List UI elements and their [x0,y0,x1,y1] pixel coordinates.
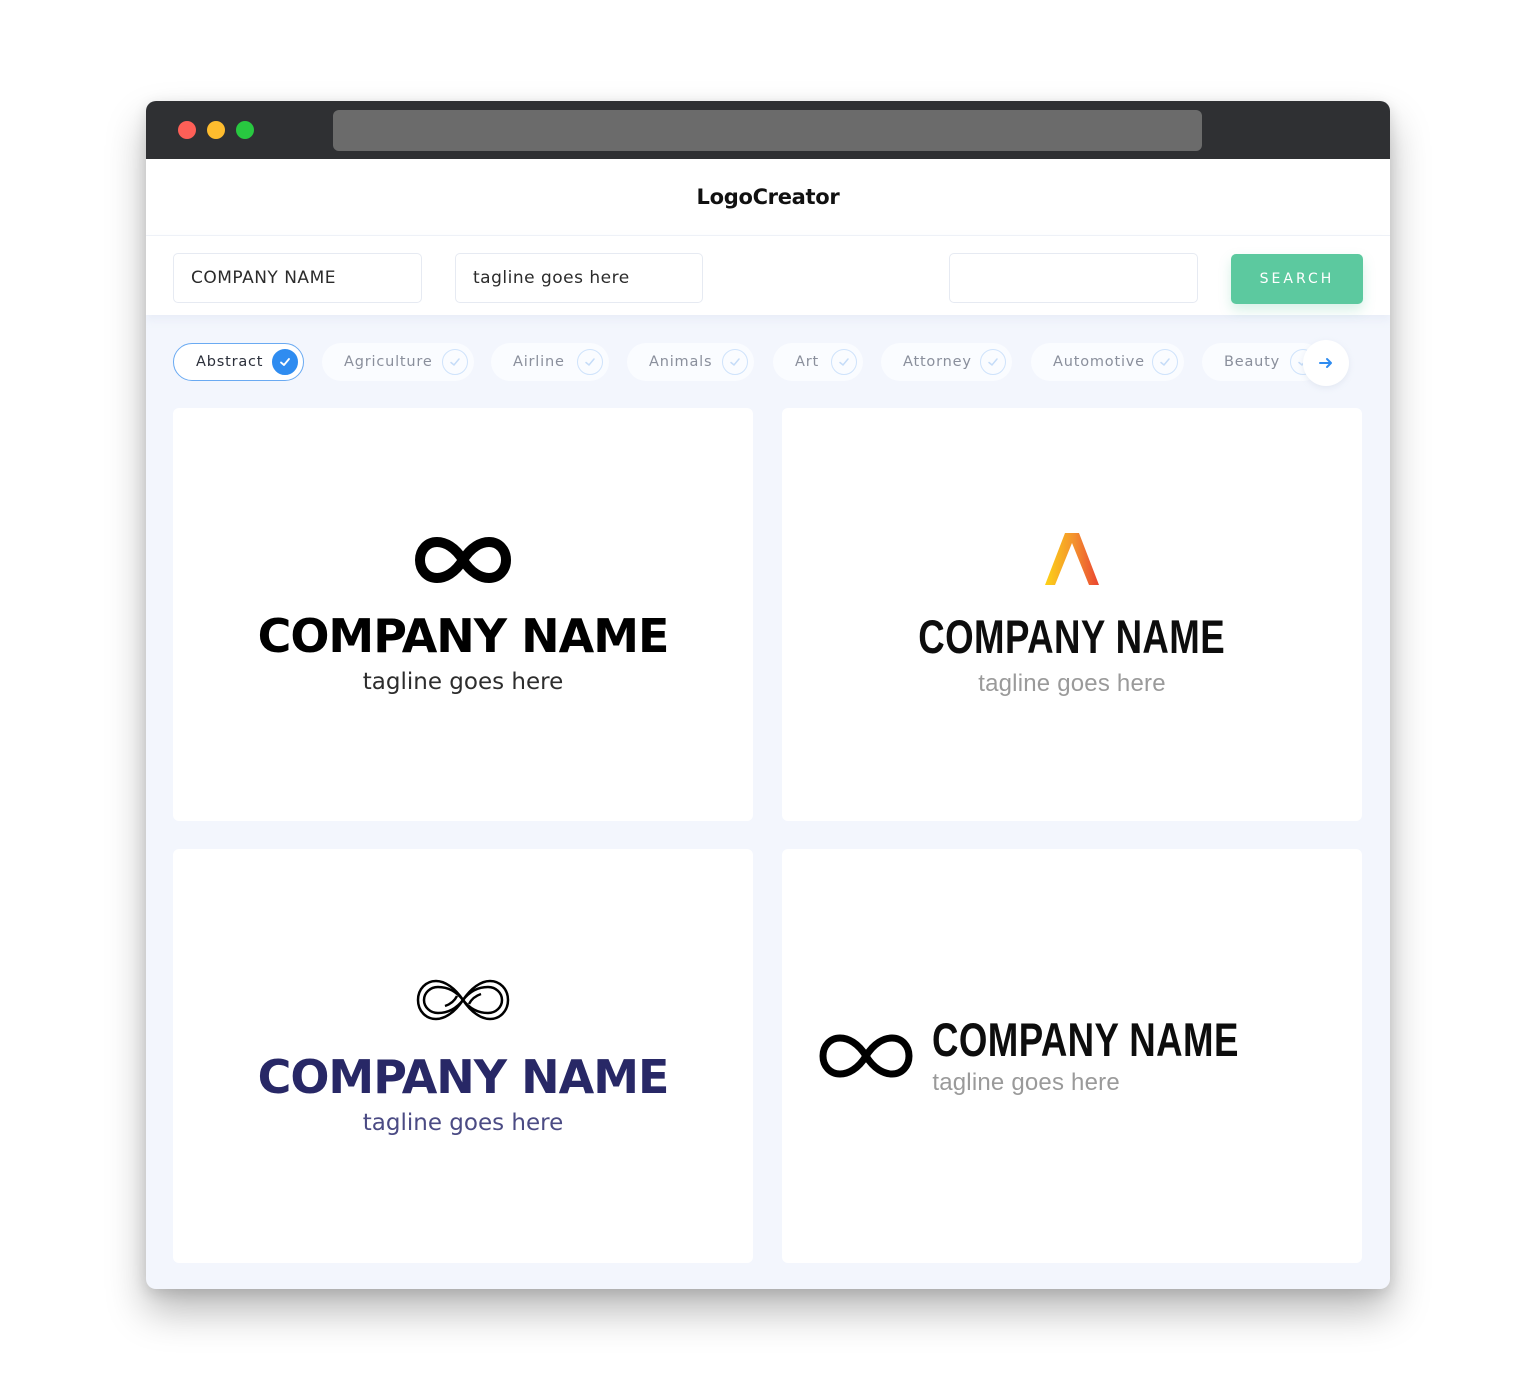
check-icon [722,349,748,375]
category-chip-abstract[interactable]: Abstract [173,343,304,381]
tagline-input[interactable]: tagline goes here [455,253,703,303]
next-categories-button[interactable] [1303,340,1349,386]
check-icon [272,349,298,375]
brand-logo[interactable]: LogoCreator [697,185,840,209]
infinity-bold-icon [414,536,511,583]
logo-card[interactable]: COMPANY NAME tagline goes here [173,849,753,1263]
category-label: Automotive [1053,354,1145,370]
maximize-window-button[interactable] [236,121,254,139]
category-label: Animals [649,354,713,370]
site-header: LogoCreator [146,159,1390,235]
check-icon [442,349,468,375]
category-label: Art [795,354,819,370]
search-button[interactable]: SEARCH [1231,254,1363,304]
keyword-input[interactable] [949,253,1198,303]
category-filter: Abstract Agriculture Airline Animals Art… [173,343,1363,381]
infinity-line-icon [819,1034,913,1078]
tagline-text: tagline goes here [978,670,1166,697]
category-chip-automotive[interactable]: Automotive [1031,343,1184,381]
logo-card[interactable]: COMPANY NAME tagline goes here [173,408,753,821]
tagline-text: tagline goes here [362,1110,564,1136]
check-icon [831,349,857,375]
category-chip-animals[interactable]: Animals [627,343,754,381]
company-name-text: COMPANY NAME [932,1012,1240,1066]
category-label: Agriculture [344,354,433,370]
caret-up-gradient-icon [1045,533,1099,585]
logo-card[interactable]: COMPANY NAME tagline goes here [782,849,1362,1263]
category-label: Airline [513,354,565,370]
category-label: Attorney [903,354,972,370]
check-icon [577,349,603,375]
tagline-text: tagline goes here [362,668,564,695]
category-label: Abstract [196,354,264,370]
category-label: Beauty [1224,354,1281,370]
logo-card[interactable]: COMPANY NAME tagline goes here [782,408,1362,821]
company-name-text: COMPANY NAME [918,610,1226,663]
tagline-text: tagline goes here [932,1068,1120,1096]
category-chip-art[interactable]: Art [773,343,863,381]
company-name-text: COMPANY NAME [257,1050,670,1104]
category-chip-agriculture[interactable]: Agriculture [322,343,474,381]
infinity-outline-icon [416,979,510,1021]
check-icon [1152,349,1178,375]
minimize-window-button[interactable] [207,121,225,139]
company-name-text: COMPANY NAME [257,608,670,663]
browser-window: LogoCreator COMPANY NAME tagline goes he… [146,101,1390,1289]
title-bar [146,101,1390,159]
close-window-button[interactable] [178,121,196,139]
address-bar[interactable] [333,110,1202,151]
arrow-right-icon [1319,358,1332,368]
company-name-input[interactable]: COMPANY NAME [173,253,422,303]
category-chip-attorney[interactable]: Attorney [881,343,1012,381]
check-icon [980,349,1006,375]
category-chip-airline[interactable]: Airline [491,343,609,381]
search-bar: COMPANY NAME tagline goes here SEARCH [146,235,1390,315]
